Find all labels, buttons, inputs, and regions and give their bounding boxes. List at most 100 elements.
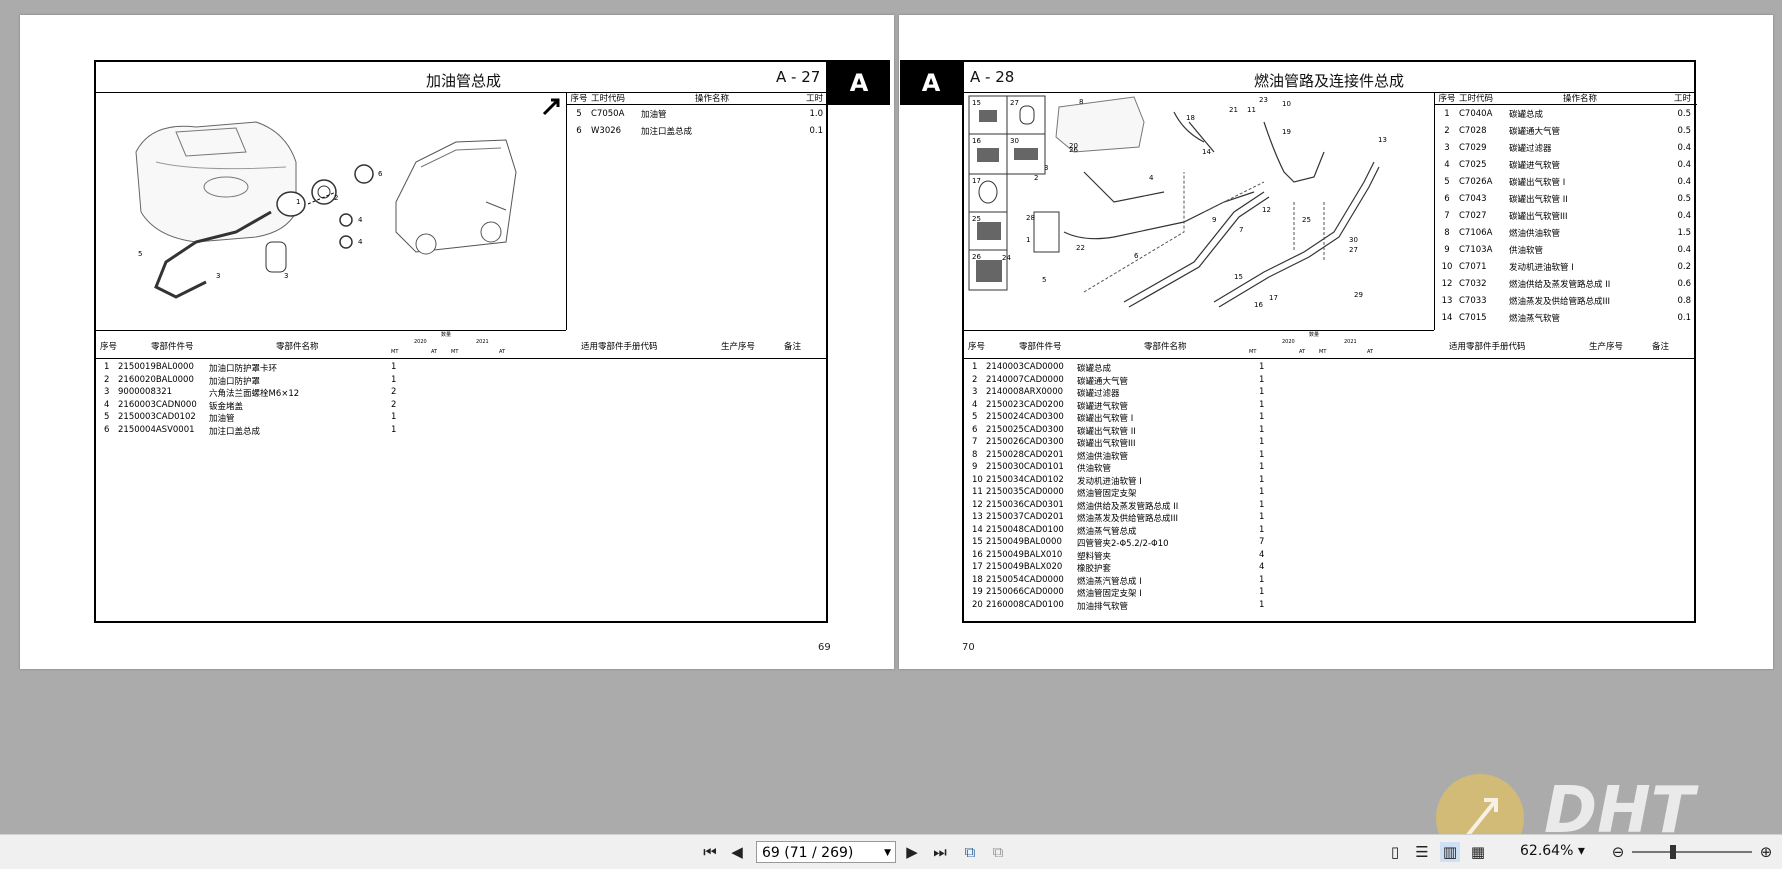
fuel-line-diagram: 15 27 16 30 17 25 26 1 2 3 4 5 6 7 8 9 1… bbox=[968, 95, 1387, 309]
first-page-button[interactable]: ⏮ bbox=[700, 842, 720, 862]
svg-text:1: 1 bbox=[296, 198, 300, 206]
page-number: 69 bbox=[818, 642, 831, 653]
next-page-button[interactable]: ▶ bbox=[902, 842, 922, 862]
svg-text:4: 4 bbox=[358, 216, 363, 224]
svg-text:13: 13 bbox=[1378, 136, 1387, 144]
single-page-button[interactable]: ▯ bbox=[1385, 842, 1405, 862]
parts-sheet-frame: A - 28 燃油管路及连接件总成 15 27 16 30 17 25 26 1… bbox=[962, 60, 1697, 623]
two-page-button[interactable]: ▥ bbox=[1440, 842, 1460, 862]
svg-text:6: 6 bbox=[378, 170, 383, 178]
labor-ops-table: 序号 工时代码 操作名称 工时 1 C7040A 碳罐总成 0.5 2 C7028 碳罐通大… bbox=[1434, 92, 1697, 330]
two-page-continuous-icon: ▦ bbox=[1470, 843, 1486, 861]
svg-text:6: 6 bbox=[1134, 252, 1139, 260]
parts-row: 6 2150004ASV0001 加注口盖总成 1 bbox=[104, 424, 397, 437]
svg-text:9: 9 bbox=[1212, 216, 1216, 224]
parts-row: 9 2150030CAD0101 供油软管 1 bbox=[972, 462, 1265, 474]
parts-row: 1 2140003CAD0000 碳罐总成 1 bbox=[972, 362, 1265, 374]
arrow-icon bbox=[542, 98, 560, 116]
labor-op-row: 9 C7103A 供油软管 0.4 bbox=[1444, 244, 1691, 256]
last-page-button[interactable]: ⏭ bbox=[930, 842, 950, 862]
svg-text:30: 30 bbox=[1349, 236, 1358, 244]
exploded-diagram: 1 2 3 3 4 4 5 6 bbox=[96, 92, 566, 331]
sheet-title: 燃油管路及连接件总成 bbox=[1254, 72, 1405, 90]
parts-row: 4 2150023CAD0200 碳罐进气软管 1 bbox=[972, 399, 1265, 412]
parts-row: 6 2150025CAD0300 碳罐出气软管 II 1 bbox=[972, 424, 1265, 437]
svg-text:3: 3 bbox=[216, 272, 220, 280]
labor-op-row: 5 C7050A 加油管 1.0 bbox=[576, 108, 823, 120]
document-viewport[interactable]: 加油管总成 A - 27 1 2 3 3 4 4 5 6 序号 工时代码 操作名… bbox=[0, 0, 1782, 834]
sheet-code: A - 27 bbox=[776, 68, 821, 86]
two-page-icon: ▥ bbox=[1442, 843, 1458, 861]
svg-text:21: 21 bbox=[1229, 106, 1238, 114]
zoom-slider-handle[interactable] bbox=[1670, 845, 1676, 859]
parts-row: 7 2150026CAD0300 碳罐出气软管III 1 bbox=[972, 437, 1265, 449]
next-page-icon: ▶ bbox=[906, 843, 918, 861]
svg-text:23: 23 bbox=[1259, 96, 1268, 104]
parts-row: 20 2160008CAD0100 加油排气软管 1 bbox=[972, 599, 1265, 612]
parts-row: 5 2150003CAD0102 加油管 1 bbox=[104, 412, 397, 424]
single-page-icon: ▯ bbox=[1390, 843, 1400, 861]
zoom-in-button[interactable]: ⊕ bbox=[1756, 842, 1776, 862]
page-number: 70 bbox=[962, 642, 975, 653]
labor-op-row: 5 C7026A 碳罐出气软管 I 0.4 bbox=[1444, 176, 1691, 188]
parts-row: 16 2150049BALX010 塑料管夹 4 bbox=[972, 549, 1265, 562]
fit-page-icon: ⧉ bbox=[964, 843, 976, 861]
svg-text:19: 19 bbox=[1282, 128, 1291, 136]
parts-row: 15 2150049BAL0000 四管管夹2-Φ5.2/2-Φ10 7 bbox=[972, 537, 1265, 549]
parts-row: 3 2140008ARX0000 碳罐过滤器 1 bbox=[972, 387, 1265, 399]
svg-text:16: 16 bbox=[972, 137, 981, 145]
svg-text:26: 26 bbox=[1069, 146, 1078, 154]
svg-text:27: 27 bbox=[1349, 246, 1358, 254]
svg-text:16: 16 bbox=[1254, 301, 1263, 309]
two-page-continuous-button[interactable]: ▦ bbox=[1468, 842, 1488, 862]
labor-op-row: 3 C7029 碳罐过滤器 0.4 bbox=[1444, 142, 1691, 154]
fuel-filler-diagram: 1 2 3 3 4 4 5 6 bbox=[135, 98, 560, 299]
parts-row: 2 2140007CAD0000 碳罐通大气管 1 bbox=[972, 374, 1265, 387]
last-page-icon: ⏭ bbox=[933, 843, 947, 861]
zoom-out-icon: ⊖ bbox=[1611, 843, 1625, 861]
labor-op-row: 10 C7071 发动机进油软管 I 0.2 bbox=[1441, 261, 1691, 273]
svg-text:8: 8 bbox=[1079, 98, 1083, 106]
svg-text:1: 1 bbox=[1026, 236, 1030, 244]
zoom-slider[interactable] bbox=[1632, 845, 1752, 859]
zoom-level[interactable]: 62.64% ▾ bbox=[1520, 843, 1585, 859]
svg-text:11: 11 bbox=[1247, 106, 1256, 114]
page-number-input[interactable]: 69 (71 / 269) ▼ bbox=[756, 841, 896, 863]
labor-op-row: 1 C7040A 碳罐总成 0.5 bbox=[1444, 108, 1691, 120]
svg-text:3: 3 bbox=[284, 272, 288, 280]
parts-row: 1 2150019BAL0000 加油口防护罩卡环 1 bbox=[104, 362, 397, 374]
parts-sheet-frame: 加油管总成 A - 27 1 2 3 3 4 4 5 6 序号 工时代码 操作名… bbox=[94, 60, 829, 623]
continuous-button[interactable]: ☰ bbox=[1412, 842, 1432, 862]
parts-row: 14 2150048CAD0100 燃油蒸气管总成 1 bbox=[972, 524, 1265, 537]
parts-row: 18 2150054CAD0000 燃油蒸汽管总成 I1 bbox=[972, 574, 1265, 587]
svg-text:30: 30 bbox=[1010, 137, 1019, 145]
svg-text:7: 7 bbox=[1239, 226, 1243, 234]
parts-row: 10 2150034CAD0102 发动机进油软管 I1 bbox=[972, 474, 1265, 487]
svg-text:2: 2 bbox=[334, 194, 338, 202]
fit-page-button[interactable]: ⧉ bbox=[960, 842, 980, 862]
parts-table-body: 1 2140003CAD0000 碳罐总成 1 2 2140007CAD0000 碳罐通大气… bbox=[964, 362, 1694, 612]
labor-op-row: 8 C7106A 燃油供油软管 1.5 bbox=[1444, 227, 1691, 239]
chevron-down-icon[interactable]: ▼ bbox=[884, 842, 891, 864]
svg-text:24: 24 bbox=[1002, 254, 1011, 262]
continuous-icon: ☰ bbox=[1415, 843, 1429, 861]
labor-op-row: 6 C7043 碳罐出气软管 II 0.5 bbox=[1444, 193, 1691, 205]
fit-width-button[interactable]: ⧉ bbox=[988, 842, 1008, 862]
parts-row: 5 2150024CAD0300 碳罐出气软管 I1 bbox=[972, 412, 1265, 424]
svg-text:25: 25 bbox=[972, 215, 981, 223]
labor-op-row: 13 C7033 燃油蒸发及供给管路总成III 0.8 bbox=[1441, 295, 1691, 307]
parts-row: 2 2160020BAL0000 加油口防护罩 1 bbox=[104, 374, 397, 387]
labor-op-row: 7 C7027 碳罐出气软管III 0.4 bbox=[1444, 210, 1691, 222]
sheet-header: 加油管总成 A - 27 bbox=[96, 62, 826, 93]
parts-row: 4 2160003CADN000 钣金堵盖 2 bbox=[104, 399, 397, 412]
labor-op-row: 14 C7015 燃油蒸气软管 0.1 bbox=[1441, 312, 1691, 324]
svg-text:10: 10 bbox=[1282, 100, 1291, 108]
svg-text:14: 14 bbox=[1202, 148, 1211, 156]
parts-table-header: 序号 零部件件号 零部件名称 数量 2020 2021 MT AT MT AT … bbox=[964, 330, 1694, 359]
prev-page-icon: ◀ bbox=[731, 843, 743, 861]
zoom-out-button[interactable]: ⊖ bbox=[1608, 842, 1628, 862]
svg-text:18: 18 bbox=[1186, 114, 1195, 122]
section-tab: A bbox=[900, 60, 962, 105]
prev-page-button[interactable]: ◀ bbox=[727, 842, 747, 862]
labor-op-row: 2 C7028 碳罐通大气管 0.5 bbox=[1444, 125, 1691, 137]
